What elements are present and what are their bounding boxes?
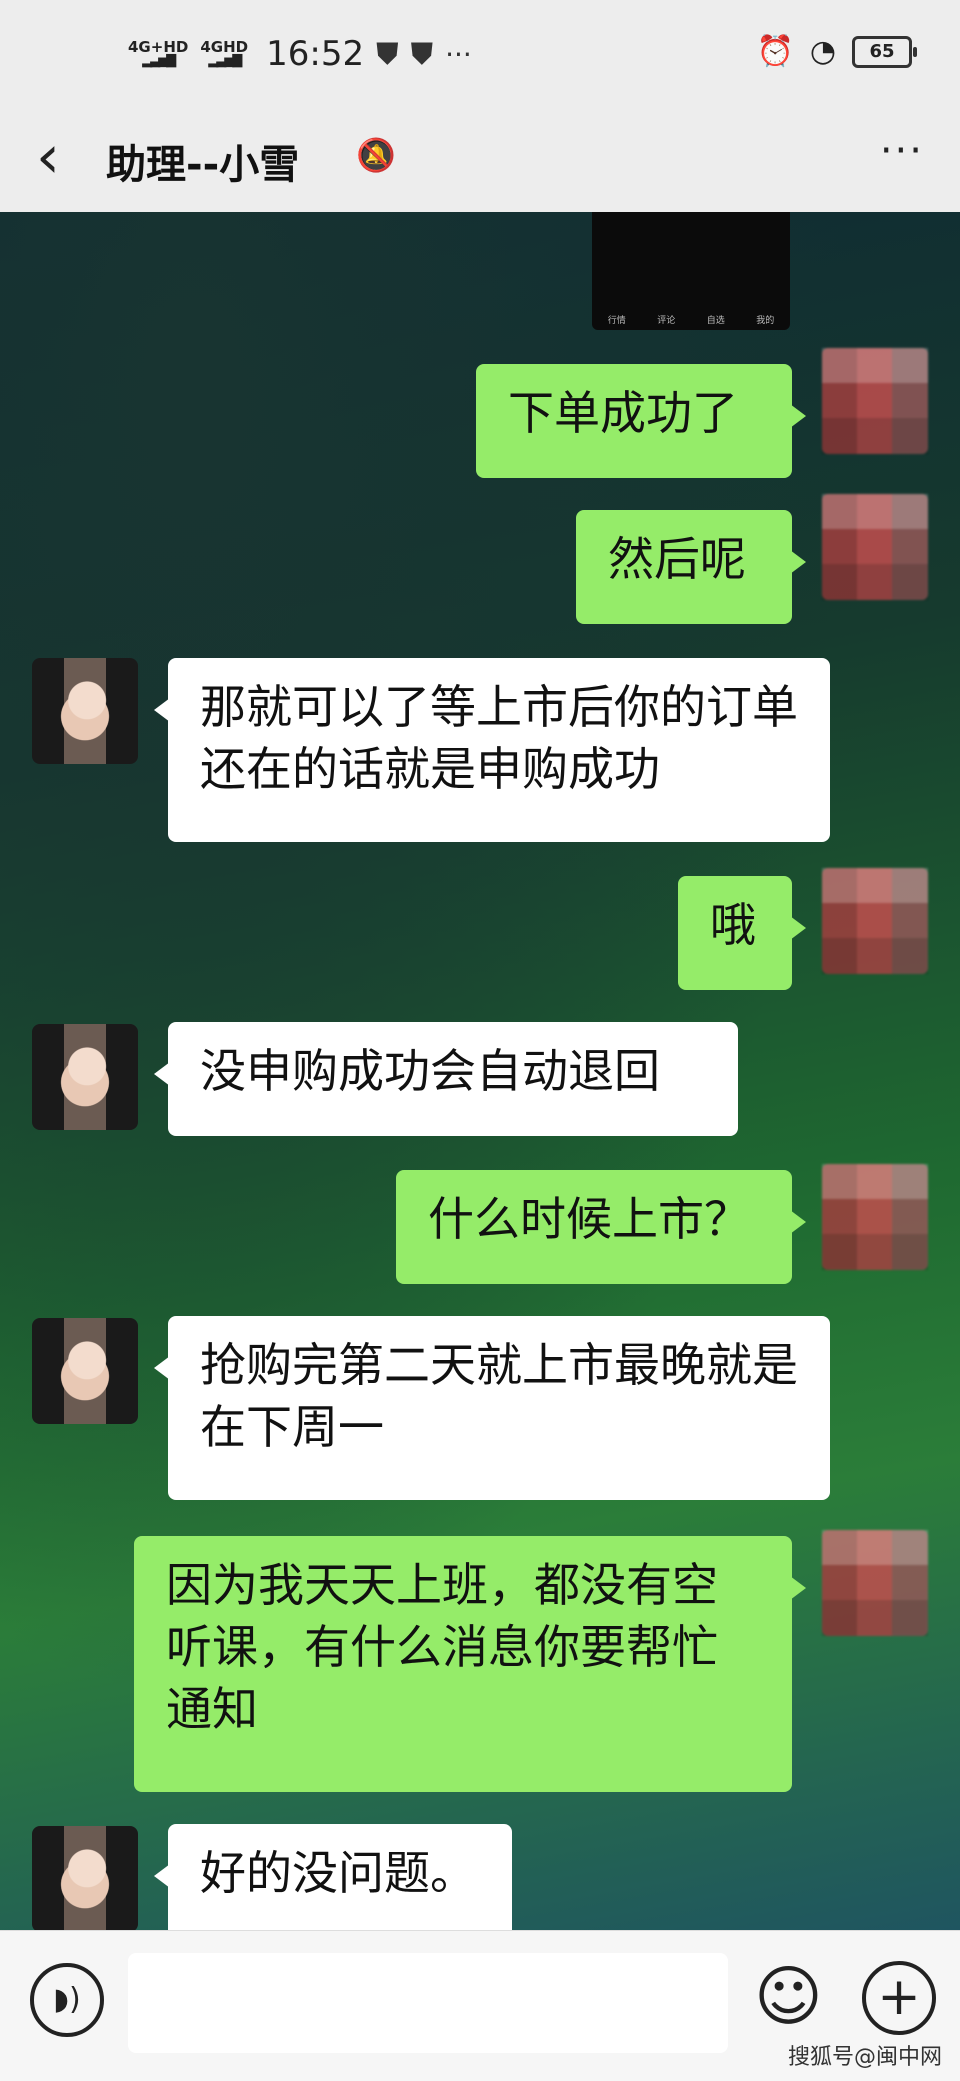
network-label-1: 4G+HD (128, 38, 189, 56)
alarm-icon: ⏰ (756, 34, 794, 69)
image-thumbnail[interactable]: 行情 评论 自选 我的 (592, 212, 790, 330)
my-avatar[interactable] (822, 1164, 928, 1270)
more-notifications-icon: ··· (445, 37, 472, 71)
voice-icon[interactable]: ◗) (30, 1963, 104, 2037)
input-bar: ◗) ☺ + 搜狐号@闽中网 (0, 1930, 960, 2081)
my-avatar[interactable] (822, 494, 928, 600)
contact-avatar[interactable] (32, 658, 138, 764)
contact-avatar[interactable] (32, 1318, 138, 1424)
message-text: 什么时候上市？ (428, 1192, 750, 1246)
status-bar: 4G+HD ▂▃▅▇ 4GHD ▂▃▅▇ 16:52 ⛊ ⛊ ··· ⏰ ◔ 6… (0, 0, 960, 108)
message-text: 抢购完第二天就上市最晚就是在下周一 (200, 1338, 798, 1454)
message-bubble-sent[interactable]: 什么时候上市？ (396, 1170, 806, 1284)
chat-area[interactable]: 行情 评论 自选 我的 下单成功了 然后呢 那就可以了等上市后你的订单还在的话就… (0, 212, 960, 1930)
thumbnail-tab: 评论 (657, 316, 676, 326)
message-bubble-sent[interactable]: 因为我天天上班，都没有空听课，有什么消息你要帮忙通知 (134, 1536, 806, 1792)
thumbnail-tab: 自选 (706, 316, 725, 326)
network-label-2: 4GHD (200, 38, 249, 56)
status-right: ⏰ ◔ 65 (756, 34, 917, 69)
signal-icon: 4G+HD ▂▃▅▇ (128, 38, 189, 68)
thumbnail-tab: 行情 (607, 316, 626, 326)
my-avatar[interactable] (822, 348, 928, 454)
wifi-icon: ◔ (809, 34, 836, 69)
message-bubble-received[interactable]: 好的没问题。 (154, 1824, 512, 1930)
message-input[interactable] (128, 1953, 728, 2053)
message-text: 哦 (710, 898, 756, 952)
message-bubble-sent[interactable]: 然后呢 (576, 510, 806, 624)
bell-off-icon: 🔕 (356, 136, 396, 174)
more-options-button[interactable]: ··· (880, 128, 924, 174)
contact-avatar[interactable] (32, 1024, 138, 1130)
message-bubble-received[interactable]: 没申购成功会自动退回 (154, 1022, 738, 1136)
plus-icon[interactable]: + (862, 1961, 936, 2035)
message-bubble-sent[interactable]: 哦 (678, 876, 806, 990)
message-text: 下单成功了 (508, 386, 738, 440)
back-icon[interactable]: ‹ (36, 122, 60, 192)
chat-header: ‹ 助理--小雪 🔕 ··· (0, 108, 960, 213)
clock: 16:52 (266, 34, 365, 74)
my-avatar[interactable] (822, 1530, 928, 1636)
message-text: 因为我天天上班，都没有空听课，有什么消息你要帮忙通知 (166, 1558, 718, 1736)
emoji-icon[interactable]: ☺ (754, 1957, 823, 2037)
battery-icon: 65 (852, 35, 917, 68)
message-bubble-sent[interactable]: 下单成功了 (476, 364, 806, 478)
message-text: 那就可以了等上市后你的订单还在的话就是申购成功 (200, 680, 798, 796)
message-bubble-received[interactable]: 那就可以了等上市后你的订单还在的话就是申购成功 (154, 658, 830, 842)
my-avatar[interactable] (822, 868, 928, 974)
message-text: 好的没问题。 (200, 1846, 476, 1900)
message-bubble-received[interactable]: 抢购完第二天就上市最晚就是在下周一 (154, 1316, 830, 1500)
thumbnail-nav: 行情 评论 自选 我的 (592, 313, 790, 326)
contact-avatar[interactable] (32, 1826, 138, 1930)
signal-icon-2: 4GHD ▂▃▅▇ (200, 38, 249, 68)
status-left: 4G+HD ▂▃▅▇ 4GHD ▂▃▅▇ 16:52 ⛊ ⛊ ··· (128, 34, 472, 74)
shield-icon-2: ⛊ (410, 36, 434, 72)
watermark: 搜狐号@闽中网 (787, 2045, 942, 2070)
message-text: 然后呢 (608, 532, 746, 586)
thumbnail-tab: 我的 (756, 316, 775, 326)
shield-icon: ⛊ (376, 36, 399, 72)
chat-title: 助理--小雪 (106, 142, 300, 188)
message-text: 没申购成功会自动退回 (200, 1044, 660, 1098)
